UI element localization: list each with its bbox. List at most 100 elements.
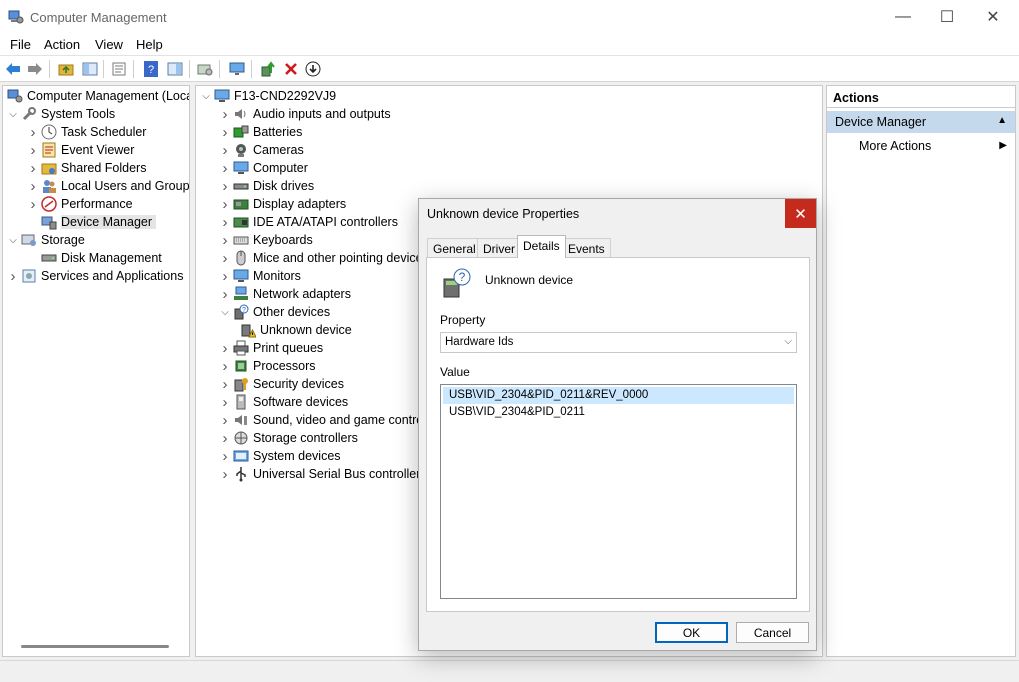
- device-category[interactable]: › Cameras: [219, 141, 304, 159]
- device-category[interactable]: › Disk drives: [219, 177, 315, 195]
- device-category[interactable]: › Universal Serial Bus controllers: [219, 465, 427, 483]
- tab-details[interactable]: Details: [517, 235, 566, 258]
- maximize-button[interactable]: ☐: [924, 0, 970, 34]
- chevron-right-icon[interactable]: ›: [219, 213, 231, 231]
- menu-view[interactable]: View: [95, 37, 123, 52]
- chevron-right-icon[interactable]: ›: [219, 141, 231, 159]
- more-actions-item[interactable]: More Actions: [859, 139, 931, 153]
- disable-device-icon[interactable]: [303, 59, 323, 79]
- chevron-right-icon[interactable]: ›: [27, 177, 39, 195]
- chevron-down-icon[interactable]: ⌵: [7, 231, 19, 249]
- device-category[interactable]: › Computer: [219, 159, 308, 177]
- device-category[interactable]: › Batteries: [219, 123, 303, 141]
- chevron-down-icon[interactable]: ⌵: [219, 303, 231, 321]
- dialog-close-button[interactable]: ✕: [785, 199, 816, 228]
- close-button[interactable]: ✕: [970, 0, 1016, 34]
- chevron-right-icon[interactable]: ›: [27, 123, 39, 141]
- device-category[interactable]: › IDE ATA/ATAPI controllers: [219, 213, 398, 231]
- show-hide-tree-icon[interactable]: [80, 59, 100, 79]
- tree-item[interactable]: › Task Scheduler: [27, 123, 147, 141]
- cancel-button[interactable]: Cancel: [736, 622, 809, 643]
- device-tree-root[interactable]: ⌵ F13-CND2292VJ9: [200, 87, 336, 105]
- tab-driver[interactable]: Driver: [477, 238, 521, 257]
- chevron-right-icon[interactable]: ›: [219, 429, 231, 447]
- tree-item[interactable]: › Event Viewer: [27, 141, 135, 159]
- tree-item[interactable]: ⌵ System Tools: [7, 105, 115, 123]
- properties-icon[interactable]: [109, 59, 129, 79]
- device-category[interactable]: › Processors: [219, 357, 316, 375]
- chevron-right-icon[interactable]: ›: [219, 285, 231, 303]
- tree-item[interactable]: › Performance: [27, 195, 133, 213]
- value-list-item[interactable]: USB\VID_2304&PID_0211&REV_0000: [443, 387, 794, 404]
- menu-file[interactable]: File: [10, 37, 31, 52]
- chevron-right-icon[interactable]: ›: [219, 195, 231, 213]
- chevron-right-icon[interactable]: ›: [27, 159, 39, 177]
- uninstall-device-icon[interactable]: [281, 59, 301, 79]
- minimize-button[interactable]: —: [880, 0, 926, 34]
- menu-action[interactable]: Action: [44, 37, 80, 52]
- collapse-up-icon[interactable]: ▲: [997, 115, 1007, 126]
- device-category[interactable]: › Monitors: [219, 267, 301, 285]
- chevron-right-icon[interactable]: ›: [219, 159, 231, 177]
- update-driver-icon[interactable]: [258, 59, 278, 79]
- device-category[interactable]: › Software devices: [219, 393, 349, 411]
- chevron-right-icon[interactable]: ›: [219, 339, 231, 357]
- device-category[interactable]: › Sound, video and game controllers: [219, 411, 447, 429]
- chevron-right-icon[interactable]: ›: [219, 357, 231, 375]
- tree-item[interactable]: Disk Management: [27, 249, 162, 267]
- device-category[interactable]: › Keyboards: [219, 231, 313, 249]
- tree-item[interactable]: Device Manager: [27, 213, 157, 231]
- ok-button[interactable]: OK: [655, 622, 728, 643]
- chevron-right-icon[interactable]: ›: [219, 249, 231, 267]
- actions-section-device-manager[interactable]: Device Manager ▲: [827, 111, 1015, 133]
- chevron-right-icon[interactable]: ›: [219, 465, 231, 483]
- device-category[interactable]: › Display adapters: [219, 195, 347, 213]
- action-pane-icon[interactable]: [165, 59, 185, 79]
- device-label: Universal Serial Bus controllers: [253, 467, 427, 481]
- chevron-right-icon[interactable]: ›: [219, 267, 231, 285]
- value-list[interactable]: USB\VID_2304&PID_0211&REV_0000 USB\VID_2…: [440, 384, 797, 599]
- up-folder-icon[interactable]: [56, 59, 76, 79]
- device-category[interactable]: › Storage controllers: [219, 429, 358, 447]
- horizontal-scrollbar[interactable]: [21, 645, 169, 648]
- chevron-right-icon[interactable]: ›: [219, 123, 231, 141]
- tree-item[interactable]: ⌵ Storage: [7, 231, 85, 249]
- device-category[interactable]: › Print queues: [219, 339, 324, 357]
- tree-item[interactable]: › Shared Folders: [27, 159, 147, 177]
- device-label: Other devices: [253, 305, 331, 319]
- tab-events[interactable]: Events: [562, 238, 611, 257]
- device-category[interactable]: › Network adapters: [219, 285, 351, 303]
- chevron-right-icon[interactable]: ›: [7, 267, 19, 285]
- back-icon[interactable]: [3, 59, 23, 79]
- chevron-right-icon[interactable]: ›: [219, 375, 231, 393]
- help-icon[interactable]: ?: [141, 59, 161, 79]
- device-category[interactable]: › Mice and other pointing devices: [219, 249, 429, 267]
- chevron-right-icon[interactable]: ›: [27, 141, 39, 159]
- chevron-down-icon[interactable]: ⌵: [7, 105, 19, 123]
- device-category[interactable]: › Audio inputs and outputs: [219, 105, 391, 123]
- chevron-right-icon[interactable]: ›: [219, 393, 231, 411]
- value-list-item[interactable]: USB\VID_2304&PID_0211: [443, 404, 794, 421]
- device-category[interactable]: ⌵? Other devices: [219, 303, 330, 321]
- chevron-down-icon[interactable]: ⌵: [200, 87, 212, 105]
- tree-item[interactable]: › Services and Applications: [7, 267, 184, 285]
- chevron-right-icon[interactable]: ›: [219, 447, 231, 465]
- monitor-icon[interactable]: [227, 59, 247, 79]
- tab-general[interactable]: General: [427, 238, 482, 257]
- device-category[interactable]: › System devices: [219, 447, 341, 465]
- device-category[interactable]: › Security devices: [219, 375, 345, 393]
- tree-item[interactable]: › Local Users and Groups: [27, 177, 190, 195]
- tree-item[interactable]: Computer Management (Local: [5, 87, 189, 105]
- device-name: Unknown device: [485, 273, 574, 287]
- chevron-right-icon[interactable]: ›: [27, 195, 39, 213]
- scan-hardware-icon[interactable]: [195, 59, 215, 79]
- device-label: Batteries: [253, 125, 303, 139]
- chevron-right-icon[interactable]: ›: [219, 177, 231, 195]
- chevron-right-icon[interactable]: ›: [219, 105, 231, 123]
- property-dropdown[interactable]: Hardware Ids ⌵: [440, 332, 797, 353]
- chevron-right-icon[interactable]: ›: [219, 411, 231, 429]
- chevron-right-icon[interactable]: ›: [219, 231, 231, 249]
- menu-help[interactable]: Help: [136, 37, 163, 52]
- forward-icon[interactable]: [25, 59, 45, 79]
- device-item[interactable]: Unknown device: [238, 321, 352, 339]
